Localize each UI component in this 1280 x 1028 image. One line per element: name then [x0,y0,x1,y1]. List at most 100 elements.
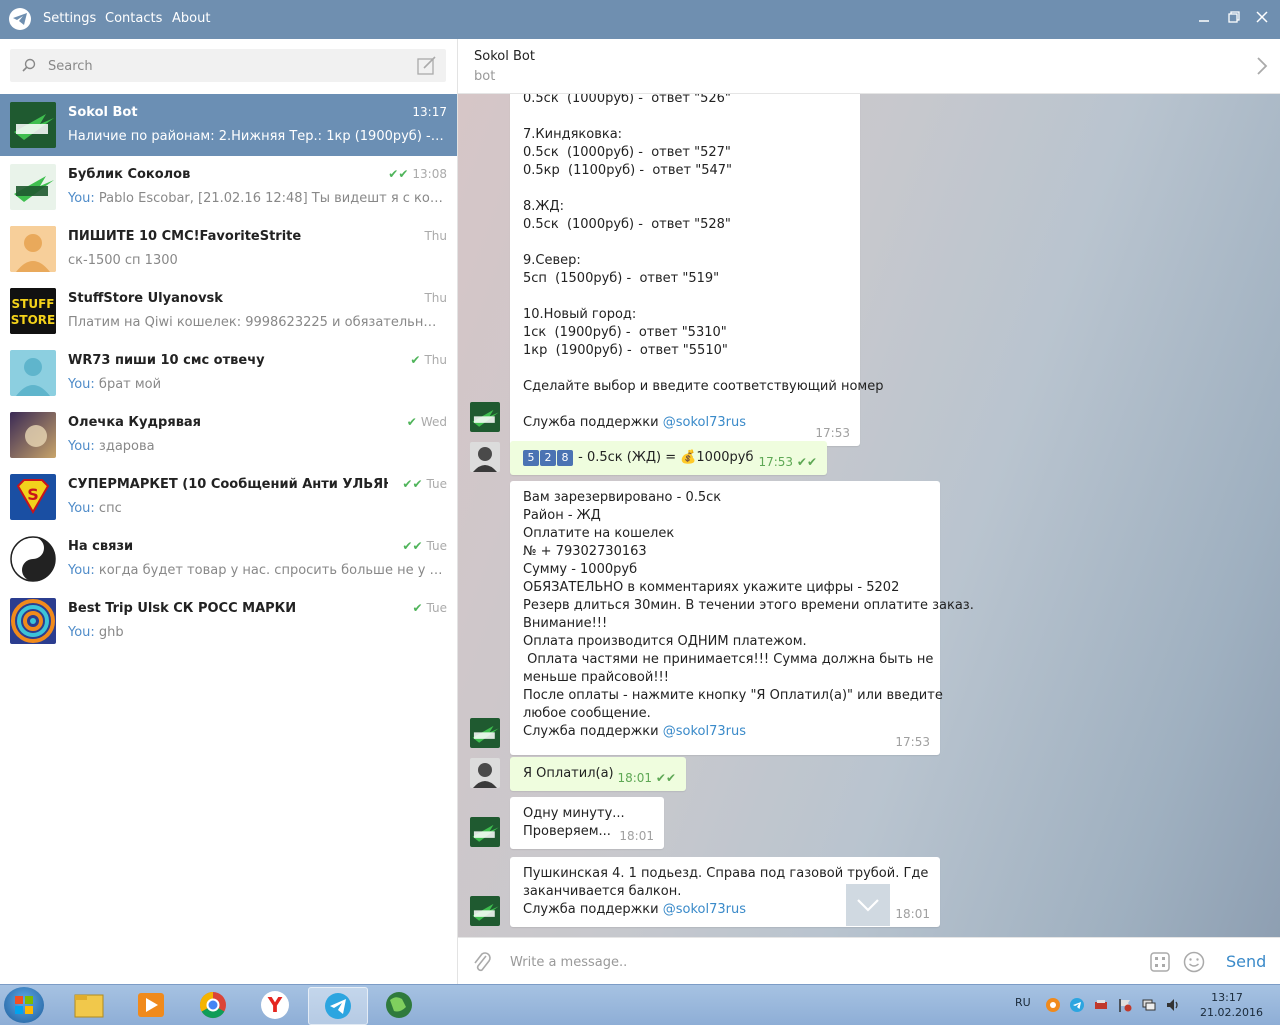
dialog-name: Best Trip Ulsk СК РОСС МАРКИ [68,601,297,616]
message-history[interactable]: 0.5ск (1000руб) - ответ "526" 7.Киндяков… [458,94,1280,937]
search-box [10,49,446,84]
peer-name: Sokol Bot [474,49,535,64]
clock-time: 13:17 [1211,991,1243,1004]
taskbar-yandex-icon[interactable]: Y [246,987,304,1023]
dialog-olechka[interactable]: Олечка Кудрявая ✔ Wed You: здарова [0,404,457,466]
avatar [10,102,56,148]
user-avatar[interactable] [470,442,500,472]
menu-settings[interactable]: Settings [43,11,96,26]
message-bubble: Одну минуту... Проверяем... 18:01 [510,797,664,849]
message-line: ОБЯЗАТЕЛЬНО в комментариях укажите цифры… [523,580,900,595]
svg-text:S: S [27,485,39,504]
svg-text:STORE: STORE [11,313,55,327]
message-line [523,180,847,198]
message-time: 17:53 [815,426,850,440]
message-time: 18:01 [619,829,654,843]
message-line: После оплаты - нажмите кнопку "Я Оплатил… [523,688,943,703]
restore-icon[interactable] [1225,10,1243,28]
dialog-name: Олечка Кудрявая [68,415,202,430]
dialog-best-trip[interactable]: Best Trip Ulsk СК РОСС МАРКИ ✔ Tue You: g… [0,590,457,652]
dialog-time: Thu [424,291,447,305]
taskbar-chrome-icon[interactable] [184,987,242,1023]
bot-avatar[interactable] [470,896,500,926]
tray-network-share-icon[interactable] [1093,997,1109,1013]
message-line: 9.Север: [523,253,581,268]
message-line: 10.Новый город: [523,307,637,322]
dialog-stuffstore[interactable]: STUFF STORE StuffStore Ulyanovsk Thu Плат… [0,280,457,342]
taskbar-telegram-icon[interactable] [308,987,368,1025]
taskbar-explorer-icon[interactable] [60,987,118,1023]
support-link[interactable]: @sokol73rus [663,724,746,739]
emoji-icon[interactable] [1183,951,1205,973]
double-check-icon: ✔✔ [388,167,409,181]
volume-icon[interactable] [1165,997,1181,1013]
check-icon: ✔ [410,353,421,367]
system-clock[interactable]: 13:17 21.02.2016 [1200,990,1263,1020]
dialog-time: ✔✔ 13:08 [388,167,447,181]
message-line: 0.5ск (1000руб) - ответ "528" [523,217,731,232]
dialog-supermarket[interactable]: S СУПЕРМАРКЕТ (10 Сообщений Анти УЛЬЯНОВ… [0,466,457,528]
message-bubble: 0.5ск (1000руб) - ответ "526" 7.Киндяков… [510,94,883,446]
message-time: 18:01 [895,907,930,921]
sidebar: Sokol Bot 13:17 Наличие по районам: 2.Ни… [0,39,458,984]
dialog-preview: Наличие по районам: 2.Нижняя Тер.: 1кр (… [68,129,446,144]
tray-telegram-icon[interactable] [1069,997,1085,1013]
bot-avatar[interactable] [470,718,500,748]
close-icon[interactable] [1253,10,1271,28]
dialog-time: ✔ Wed [406,415,447,429]
check-icon: ✔ [406,415,417,429]
bot-commands-icon[interactable] [1150,952,1170,972]
start-button[interactable] [4,987,44,1023]
dialog-preview: You: ghb [68,625,124,640]
telegram-logo-icon[interactable] [9,8,31,30]
dialog-time: ✔ Thu [410,353,447,367]
dialog-sokol-bot[interactable]: Sokol Bot 13:17 Наличие по районам: 2.Ни… [0,94,457,156]
user-avatar[interactable] [470,758,500,788]
dialog-wr73[interactable]: WR73 пиши 10 смс отвечу ✔ Thu You: брат м… [0,342,457,404]
message-line [523,108,847,126]
avatar [10,536,56,582]
dialog-na-svyazi[interactable]: На связи ✔✔ Tue You: когда будет товар у … [0,528,457,590]
dialog-name: СУПЕРМАРКЕТ (10 Сообщений Анти УЛЬЯНОВСК [68,477,388,492]
dialog-favoritestrite[interactable]: ПИШИТЕ 10 СМС!FavoriteStrite Thu ск-1500… [0,218,457,280]
message-line: Оплата частями не принимается!!! Сумма д… [523,652,934,667]
menu-about[interactable]: About [172,11,210,26]
dialog-time: 13:17 [412,105,447,119]
search-icon [22,58,36,72]
chevron-down-icon [857,899,879,912]
chat-header[interactable]: Sokol Bot bot [458,39,1280,94]
message-line [523,288,847,306]
support-link[interactable]: @sokol73rus [663,902,746,917]
tray-network-icon[interactable] [1141,997,1157,1013]
taskbar-media-player-icon[interactable] [122,987,180,1023]
paperclip-icon[interactable] [472,950,492,974]
message-time: 17:53 [895,735,930,749]
dialog-time: Thu [424,229,447,243]
taskbar-globe-icon[interactable] [370,987,428,1023]
chevron-right-icon[interactable] [1256,57,1268,75]
bot-avatar[interactable] [470,402,500,432]
support-line: Служба поддержки @sokol73rus [523,724,746,739]
search-input[interactable] [46,49,410,84]
minimize-icon[interactable] [1195,10,1213,28]
avatar: S [10,474,56,520]
scroll-down-button[interactable] [846,884,890,926]
bot-avatar[interactable] [470,817,500,847]
message-line: 0.5ск (1000руб) - ответ "527" [523,145,731,160]
message-line [523,234,847,252]
compose-icon[interactable] [417,56,437,76]
dialog-preview: You: здарова [68,439,155,454]
dialog-bublik-sokolov[interactable]: Бублик Соколов ✔✔ 13:08 You: Pablo Escoba… [0,156,457,218]
peer-status: bot [474,69,496,84]
avast-icon[interactable] [1045,997,1061,1013]
keyboard-language[interactable]: RU [1015,996,1031,1009]
message-text: Я Оплатил(а) [523,766,614,781]
support-link[interactable]: @sokol73rus [663,415,746,430]
double-check-icon: ✔✔ [402,539,423,553]
message-line: меньше прайсовой!!! [523,670,669,685]
menu-contacts[interactable]: Contacts [105,11,162,26]
message-input[interactable] [508,948,1132,976]
send-button[interactable]: Send [1226,952,1266,971]
message-time: 17:53 ✔✔ [758,455,817,469]
tray-flag-icon[interactable] [1117,997,1133,1013]
